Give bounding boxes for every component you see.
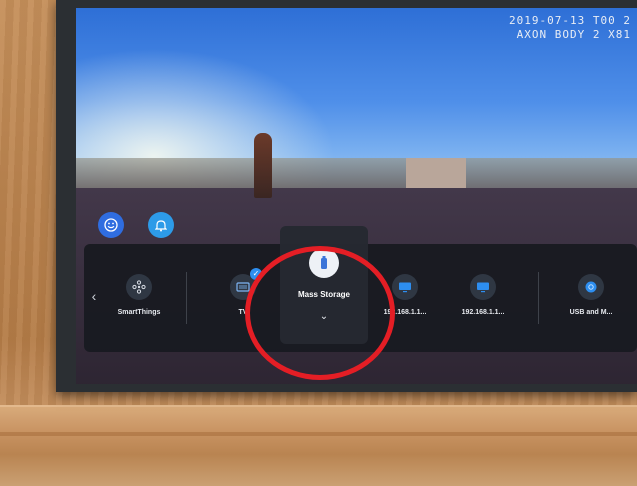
source-item-smartthings[interactable]: SmartThings [94,274,184,316]
wooden-shelf [0,405,637,486]
usb-media-icon [578,274,604,300]
video-watermark: 2019-07-13 T00 2 AXON BODY 2 X81 [509,14,631,42]
smart-hub-button[interactable] [98,212,124,238]
shelf-edge [0,432,637,436]
source-item-usb-media[interactable]: USB and M... [546,274,636,316]
smiley-icon [104,218,118,232]
source-item-label: 192.168.1.1... [461,309,505,316]
smartthings-icon [126,274,152,300]
red-annotation-circle [245,246,395,380]
source-item-network-2[interactable]: 192.168.1.1... [438,274,528,316]
bell-icon [155,219,167,231]
monitor-icon [392,274,418,300]
watermark-line: 2019-07-13 T00 2 [509,14,631,27]
building-shape [406,158,466,188]
source-divider [538,272,539,324]
watermark-line: AXON BODY 2 X81 [516,28,631,41]
person-figure [254,133,272,198]
source-item-label: SmartThings [117,309,161,316]
source-divider [186,272,187,324]
monitor-icon [470,274,496,300]
source-item-label: USB and M... [569,309,613,316]
notifications-button[interactable] [148,212,174,238]
